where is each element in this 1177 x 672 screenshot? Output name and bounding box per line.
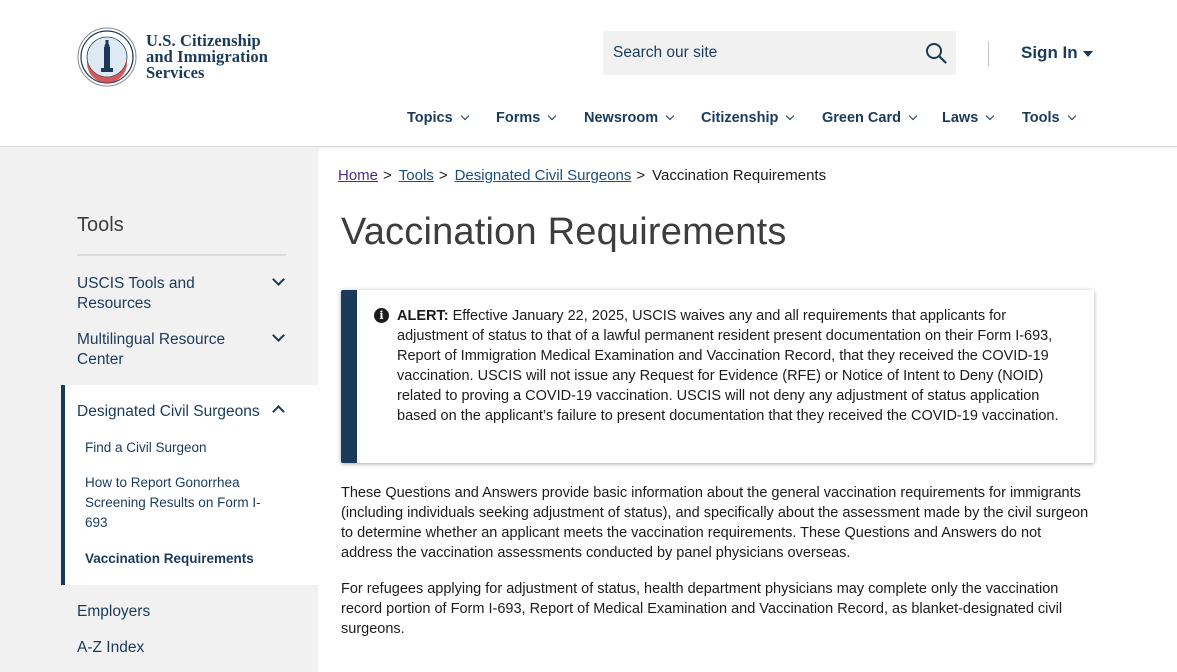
sidebar-item-civil-surgeons[interactable]: Designated Civil Surgeons (77, 402, 260, 422)
alert-box: i ALERT: Effective January 22, 2025, USC… (341, 290, 1094, 463)
page-title: Vaccination Requirements (341, 211, 787, 253)
chevron-down-icon (460, 111, 469, 121)
sidebar-subitem-label: Screening Results on Form I- (85, 495, 261, 510)
sidebar-subitem-label: Find a Civil Surgeon (85, 440, 207, 455)
sidebar-divider (77, 254, 286, 256)
sidebar-item-label: Center (77, 351, 124, 368)
refugee-paragraph: For refugees applying for adjustment of … (341, 581, 1063, 637)
chevron-down-icon (548, 111, 557, 121)
breadcrumb-surgeons-link[interactable]: Designated Civil Surgeons (455, 167, 632, 184)
logo-wordmark: U.S. Citizenship and Immigration Service… (146, 32, 268, 82)
chevron-down-icon (786, 111, 795, 121)
nav-forms[interactable]: Forms (496, 110, 557, 126)
alert-body: Effective January 22, 2025, USCIS waives… (397, 308, 1059, 424)
alert-label: ALERT: (397, 308, 449, 324)
breadcrumb-separator: > (383, 167, 392, 184)
sidebar-subitem-label: 693 (85, 515, 108, 530)
nav-label: Topics (407, 110, 453, 126)
sidebar-subitem-label: Vaccination Requirements (85, 551, 254, 566)
chevron-down-icon (986, 111, 995, 121)
nav-label: Newsroom (584, 110, 659, 126)
header-divider (988, 41, 989, 66)
search-input[interactable] (603, 31, 913, 75)
breadcrumb-tools-link[interactable]: Tools (399, 167, 434, 184)
sidebar-subitem-vaccination[interactable]: Vaccination Requirements (85, 549, 254, 569)
breadcrumb-separator: > (438, 167, 448, 184)
sidebar-item-label: Multilingual Resource (77, 331, 226, 348)
search-icon[interactable] (924, 41, 948, 65)
sidebar: Tools USCIS Tools and Resources Multilin… (0, 148, 318, 672)
chevron-down-icon[interactable] (272, 273, 285, 286)
nav-newsroom[interactable]: Newsroom (584, 110, 675, 126)
breadcrumb-current: Vaccination Requirements (652, 167, 827, 184)
sign-in-label: Sign In (1021, 43, 1078, 62)
nav-label: Green Card (822, 110, 901, 126)
nav-tools[interactable]: Tools (1022, 110, 1076, 126)
chevron-down-icon (665, 111, 675, 121)
nav-label: Tools (1022, 110, 1060, 126)
sidebar-subitem-find-surgeon[interactable]: Find a Civil Surgeon (85, 438, 207, 458)
sidebar-item-employers[interactable]: Employers (77, 602, 150, 622)
main-nav: Topics Forms Newsroom Citizenship Green … (0, 110, 1177, 130)
sidebar-item-label: Resources (77, 295, 152, 312)
nav-green-card[interactable]: Green Card (822, 110, 918, 126)
nav-citizenship[interactable]: Citizenship (701, 110, 795, 126)
nav-laws[interactable]: Laws (942, 110, 995, 126)
sidebar-item-label: A-Z Index (77, 639, 145, 656)
sidebar-title: Tools (77, 214, 124, 236)
site-header: U.S. Citizenship and Immigration Service… (0, 0, 1177, 147)
nav-label: Citizenship (701, 110, 779, 126)
search-box (603, 31, 956, 75)
sidebar-item-az-index[interactable]: A-Z Index (77, 638, 144, 658)
nav-topics[interactable]: Topics (407, 110, 469, 126)
caret-down-icon (1082, 50, 1093, 57)
uscis-logo[interactable]: U.S. Citizenship and Immigration Service… (77, 27, 268, 87)
info-icon: i (374, 308, 389, 323)
chevron-down-icon (1067, 111, 1076, 121)
breadcrumb-home-link[interactable]: Home (338, 167, 378, 184)
sidebar-item-uscis-tools[interactable]: USCIS Tools and Resources (77, 274, 195, 314)
alert-text: ALERT: Effective January 22, 2025, USCIS… (397, 306, 1077, 426)
chevron-down-icon[interactable] (272, 329, 285, 342)
breadcrumb: Home > Tools > Designated Civil Surgeons… (338, 167, 826, 184)
sidebar-item-multilingual[interactable]: Multilingual Resource Center (77, 330, 225, 370)
intro-paragraph: These Questions and Answers provide basi… (341, 485, 1089, 561)
logo-line-3: Services (146, 63, 205, 82)
nav-label: Forms (496, 110, 541, 126)
uscis-seal-icon (77, 27, 137, 87)
nav-label: Laws (942, 110, 979, 126)
sidebar-item-label: Designated Civil Surgeons (77, 403, 260, 420)
sidebar-item-label: Employers (77, 603, 151, 620)
sidebar-subitem-label: How to Report Gonorrhea (85, 475, 240, 490)
sign-in-button[interactable]: Sign In (1021, 43, 1093, 63)
chevron-down-icon (908, 111, 918, 121)
breadcrumb-separator: > (636, 167, 646, 184)
sidebar-subitem-report-gonorrhea[interactable]: How to Report Gonorrhea Screening Result… (85, 473, 261, 533)
sidebar-item-label: USCIS Tools and (77, 275, 195, 292)
